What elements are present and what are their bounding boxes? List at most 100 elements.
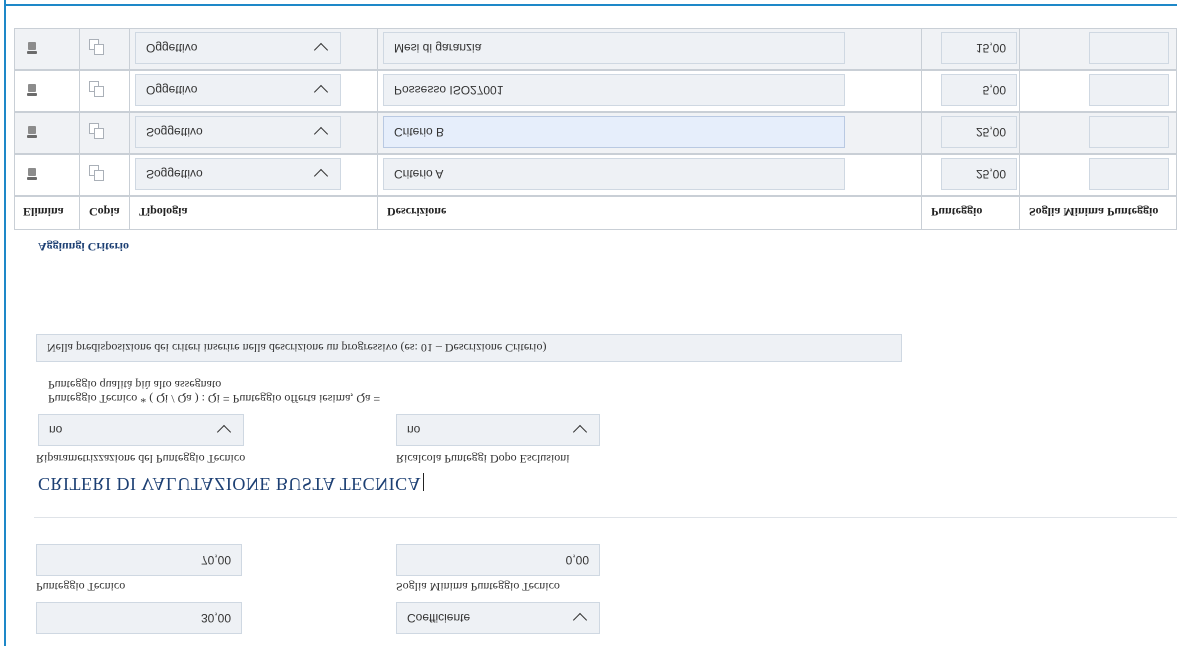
soglia-minima-label: Soglia Minima Punteggio Tecnico [396, 580, 560, 594]
punteggio-input[interactable]: 25,00 [941, 158, 1017, 190]
formula-line-1: Punteggio Tecnico * ( Qi / Qa ) : Qi = P… [48, 392, 381, 406]
punteggio-value: 5,00 [982, 83, 1006, 97]
frame-left-border [4, 0, 6, 646]
coefficiente-select[interactable]: Coefficiente [396, 602, 600, 634]
trash-icon[interactable] [27, 84, 37, 96]
col-divider [377, 195, 378, 229]
formula-line-2: Punteggio qualità più alto assegnato [48, 378, 222, 392]
chevron-down-icon [313, 42, 329, 58]
punteggio-tecnico-value: 70,00 [200, 553, 231, 567]
col-divider [79, 29, 80, 69]
col-divider [1019, 113, 1020, 153]
section-title-text: CRITERI DI VALUTAZIONE BUSTA TECNICA [38, 474, 422, 494]
soglia-minima-field[interactable]: 0,00 [396, 544, 600, 576]
coefficiente-select-value: Coefficiente [407, 611, 471, 625]
header-soglia-minima: Soglia Minima Punteggio [1029, 205, 1159, 220]
descrizione-input[interactable]: Criterio B [383, 116, 845, 148]
col-divider [129, 113, 130, 153]
descrizione-value: Possesso ISO27001 [394, 83, 504, 97]
col-divider [921, 155, 922, 195]
tipologia-select[interactable]: Soggettivo [135, 158, 341, 190]
header-copia: Copia [89, 205, 120, 220]
col-divider [79, 71, 80, 111]
punteggio-input[interactable]: 25,00 [941, 116, 1017, 148]
riparametrizzazione-value: no [49, 423, 63, 437]
col-divider [1019, 155, 1020, 195]
soglia-minima-value: 0,00 [565, 553, 589, 567]
col-divider [377, 155, 378, 195]
punteggio-value: 25,00 [975, 125, 1006, 139]
trash-icon[interactable] [27, 126, 37, 138]
punteggio-tecnico-label: Punteggio Tecnico [36, 580, 126, 594]
table-row: Oggettivo Mesi di garanzia 15,00 [14, 28, 1177, 70]
descrizione-input[interactable]: Possesso ISO27001 [383, 74, 845, 106]
col-divider [377, 113, 378, 153]
frame-bottom-border [4, 4, 1177, 6]
copy-icon[interactable] [89, 123, 104, 139]
col-divider [79, 155, 80, 195]
col-divider [921, 71, 922, 111]
punteggio-input[interactable]: 5,00 [941, 74, 1017, 106]
chevron-down-icon [313, 84, 329, 100]
descrizione-input[interactable]: Criterio A [383, 158, 845, 190]
trash-icon[interactable] [27, 42, 37, 54]
descrizione-value: Criterio A [394, 167, 444, 181]
punteggio-input[interactable]: 15,00 [941, 32, 1017, 64]
header-elimina: Elimina [23, 205, 64, 220]
copy-icon[interactable] [89, 165, 104, 181]
ricalcola-value: no [407, 423, 421, 437]
flipped-page: 30,00 Coefficiente Punteggio Tecnico Sog… [0, 0, 1177, 646]
soglia-input[interactable] [1089, 158, 1169, 190]
trash-icon[interactable] [27, 168, 37, 180]
col-divider [377, 71, 378, 111]
col-divider [129, 155, 130, 195]
table-row: Soggettivo Criterio B 25,00 [14, 112, 1177, 154]
copy-icon[interactable] [89, 39, 104, 55]
chevron-down-icon [313, 126, 329, 142]
col-divider [79, 195, 80, 229]
criteria-table-header: Elimina Copia Tipologia Descrizione Punt… [14, 195, 1177, 230]
chevron-down-icon [216, 424, 232, 440]
header-descrizione: Descrizione [387, 205, 447, 220]
col-divider [1019, 71, 1020, 111]
col-divider [1019, 195, 1020, 229]
punteggio-tecnico-field[interactable]: 70,00 [36, 544, 242, 576]
soglia-input[interactable] [1089, 32, 1169, 64]
criteria-note-text: Nella predisposizione dei criteri inseri… [47, 341, 547, 356]
tipologia-select[interactable]: Soggettivo [135, 116, 341, 148]
descrizione-input[interactable]: Mesi di garanzia [383, 32, 845, 64]
tipologia-select[interactable]: Oggettivo [135, 74, 341, 106]
col-divider [79, 113, 80, 153]
col-divider [129, 71, 130, 111]
tipologia-value: Oggettivo [146, 41, 198, 55]
coefficient-value-field[interactable]: 30,00 [36, 602, 242, 634]
header-tipologia: Tipologia [139, 205, 188, 220]
col-divider [1019, 29, 1020, 69]
punteggio-value: 15,00 [975, 41, 1006, 55]
col-divider [921, 195, 922, 229]
add-criterion-link[interactable]: Aggiungi Criterio [38, 239, 129, 254]
text-cursor [423, 473, 425, 492]
tipologia-value: Soggettivo [146, 167, 203, 181]
page: 30,00 Coefficiente Punteggio Tecnico Sog… [0, 0, 1177, 646]
formula-text: Punteggio Tecnico * ( Qi / Qa ) : Qi = P… [48, 378, 468, 406]
tipologia-value: Oggettivo [146, 83, 198, 97]
table-row: Soggettivo Criterio A 25,00 [14, 154, 1177, 196]
col-divider [129, 29, 130, 69]
riparametrizzazione-select[interactable]: no [38, 414, 244, 446]
col-divider [377, 29, 378, 69]
chevron-down-icon [313, 168, 329, 184]
tipologia-value: Soggettivo [146, 125, 203, 139]
soglia-input[interactable] [1089, 116, 1169, 148]
ricalcola-select[interactable]: no [396, 414, 600, 446]
punteggio-value: 25,00 [975, 167, 1006, 181]
header-punteggio: Punteggio [931, 205, 983, 220]
descrizione-value: Criterio B [394, 125, 445, 139]
section-divider [34, 517, 1177, 518]
soglia-input[interactable] [1089, 74, 1169, 106]
col-divider [129, 195, 130, 229]
riparametrizzazione-label: Riparametrizzazione del Punteggio Tecnic… [36, 452, 246, 466]
tipologia-select[interactable]: Oggettivo [135, 32, 341, 64]
copy-icon[interactable] [89, 81, 104, 97]
coefficient-value: 30,00 [200, 611, 231, 625]
